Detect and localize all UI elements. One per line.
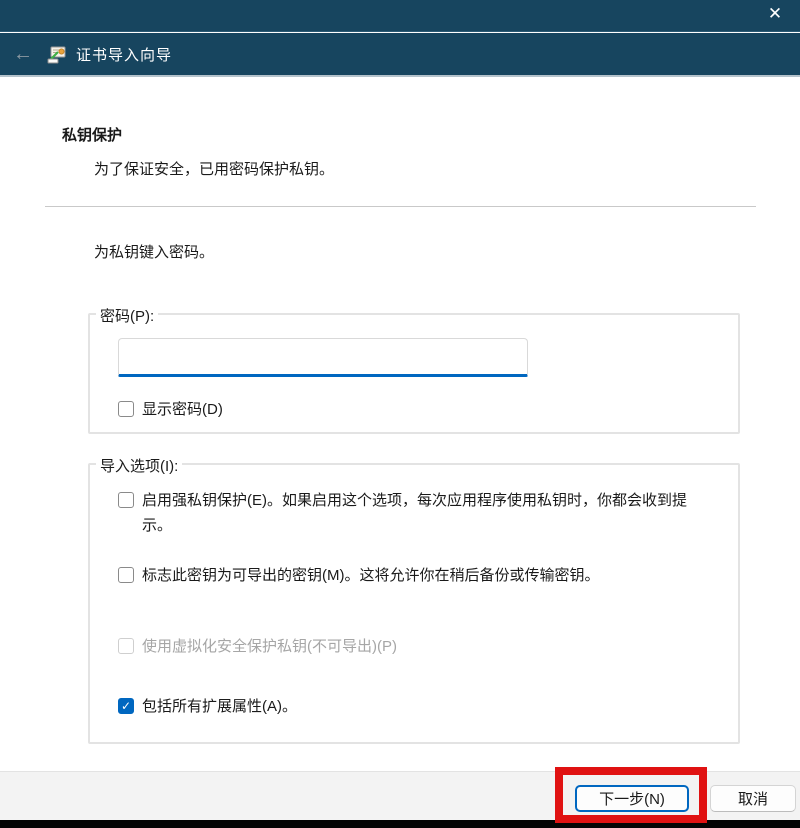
wizard-title: 证书导入向导 <box>76 44 172 65</box>
intro-text: 为私钥键入密码。 <box>94 241 214 262</box>
next-button[interactable]: 下一步(N) <box>575 785 689 812</box>
certificate-icon <box>46 43 68 65</box>
section-divider <box>45 206 756 207</box>
virtualized-security-checkbox-row: 使用虚拟化安全保护私钥(不可导出)(P) <box>118 634 397 659</box>
strong-protection-checkbox-row[interactable]: 启用强私钥保护(E)。如果启用这个选项，每次应用程序使用私钥时，你都会收到提示。 <box>118 488 702 538</box>
title-bar: ✕ <box>0 0 800 32</box>
page-heading: 私钥保护 <box>62 124 122 145</box>
password-input[interactable] <box>118 338 528 377</box>
check-icon: ✓ <box>121 700 131 712</box>
extended-properties-label: 包括所有扩展属性(A)。 <box>142 694 297 719</box>
extended-properties-checkbox-row[interactable]: ✓ 包括所有扩展属性(A)。 <box>118 694 297 719</box>
exportable-key-checkbox[interactable] <box>118 567 134 583</box>
cancel-button[interactable]: 取消 <box>710 785 796 812</box>
back-arrow-icon: ← <box>13 43 33 65</box>
show-password-checkbox-row[interactable]: 显示密码(D) <box>118 397 223 422</box>
footer-bar: 下一步(N) 取消 <box>0 771 800 820</box>
strong-protection-label: 启用强私钥保护(E)。如果启用这个选项，每次应用程序使用私钥时，你都会收到提示。 <box>142 488 702 538</box>
virtualized-security-checkbox <box>118 638 134 654</box>
back-button[interactable]: ← <box>8 44 38 64</box>
import-options-groupbox-legend: 导入选项(I): <box>96 455 182 476</box>
exportable-key-label: 标志此密钥为可导出的密钥(M)。这将允许你在稍后备份或传输密钥。 <box>142 563 600 588</box>
virtualized-security-label: 使用虚拟化安全保护私钥(不可导出)(P) <box>142 634 397 659</box>
bottom-black-bar <box>0 820 800 828</box>
close-icon: ✕ <box>768 5 782 22</box>
extended-properties-checkbox[interactable]: ✓ <box>118 698 134 714</box>
strong-protection-checkbox[interactable] <box>118 492 134 508</box>
close-button[interactable]: ✕ <box>758 0 792 26</box>
password-groupbox-legend: 密码(P): <box>96 305 158 326</box>
page-subheading: 为了保证安全，已用密码保护私钥。 <box>94 158 334 179</box>
show-password-checkbox[interactable] <box>118 401 134 417</box>
show-password-label: 显示密码(D) <box>142 397 223 422</box>
wizard-header: ← 证书导入向导 <box>0 33 800 77</box>
certificate-import-wizard-window: ✕ ← 证书导入向导 私钥保护 为了保证安全，已用密码保护私钥。 为私钥键入密码… <box>0 0 800 828</box>
exportable-key-checkbox-row[interactable]: 标志此密钥为可导出的密钥(M)。这将允许你在稍后备份或传输密钥。 <box>118 563 600 588</box>
